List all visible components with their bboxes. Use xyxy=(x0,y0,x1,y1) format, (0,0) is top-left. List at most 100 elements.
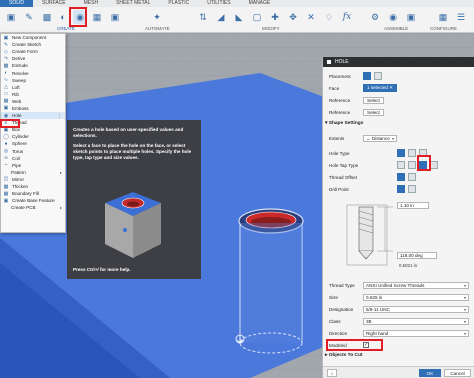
multiple-holes-icon[interactable] xyxy=(374,72,382,80)
menu-item-web[interactable]: ▦ Web xyxy=(1,98,65,105)
size-dropdown[interactable]: 0.625 in xyxy=(363,293,469,301)
menu-item-cylinder[interactable]: ◯ Cylinder xyxy=(1,133,65,140)
sketch-icon: ✎ xyxy=(3,41,9,48)
new-joint-icon[interactable]: ⚙ xyxy=(368,10,382,24)
menu-item-extrude[interactable]: ▩ Extrude xyxy=(1,62,65,69)
depth-field[interactable]: 1.10 in xyxy=(397,202,429,209)
ok-button[interactable]: OK xyxy=(419,369,441,377)
menu-item-sweep[interactable]: ∿ Sweep xyxy=(1,77,65,84)
configure-rule-icon[interactable]: ☰ xyxy=(454,10,468,24)
tab-surface[interactable]: SURFACE xyxy=(33,0,75,7)
menu-item-sphere[interactable]: ● Sphere xyxy=(1,140,65,147)
face-selection-button[interactable]: 1 selected ✕ xyxy=(363,84,398,92)
taper-tapped-icon[interactable] xyxy=(430,161,438,169)
rigid-group-icon[interactable]: ▣ xyxy=(404,10,418,24)
base-feature-icon: ▣ xyxy=(3,197,9,204)
reference-label-1: Reference xyxy=(329,97,351,103)
create-group-label[interactable]: CREATE xyxy=(57,26,75,31)
menu-item-boundary-fill[interactable]: ▦ Boundary Fill xyxy=(1,190,65,197)
reference-select-button-2[interactable]: Select xyxy=(363,108,384,116)
shell-icon[interactable]: ▢ xyxy=(250,10,264,24)
sphere-icon: ● xyxy=(4,140,8,147)
drill-point-angled-icon[interactable] xyxy=(397,185,405,193)
extents-dropdown[interactable]: ↔ Distance xyxy=(363,134,397,142)
drill-point-row: Drill Point xyxy=(323,184,474,194)
align-icon[interactable]: ♢ xyxy=(322,10,336,24)
tab-utilities[interactable]: UTILITIES xyxy=(198,0,239,7)
direction-dropdown[interactable]: Right hand xyxy=(363,329,469,337)
info-icon[interactable]: i xyxy=(327,369,337,377)
size-row: Size 0.625 in xyxy=(323,292,474,302)
move-icon[interactable]: ✥ xyxy=(286,10,300,24)
tip-angle-field[interactable]: 118.00 deg xyxy=(397,252,437,259)
combine-icon[interactable]: ✚ xyxy=(268,10,282,24)
menu-item-emboss[interactable]: ▣ Emboss xyxy=(1,105,65,112)
chamfer-icon[interactable]: ◣ xyxy=(232,10,246,24)
face-selection-value: 1 selected xyxy=(367,85,388,90)
parameters-icon[interactable]: fx xyxy=(340,10,354,24)
drill-point-flat-icon[interactable] xyxy=(408,185,416,193)
thread-offset-full-icon[interactable] xyxy=(397,173,405,181)
reference-label-2: Reference xyxy=(329,109,351,115)
box-icon[interactable]: ▣ xyxy=(108,10,122,24)
menu-item-new-component[interactable]: ▣ New Component xyxy=(1,34,65,41)
menu-item-thicken[interactable]: ▩ Thicken xyxy=(1,183,65,190)
menu-item-revolve[interactable]: ◐ Revolve xyxy=(1,69,65,76)
menu-item-create-sketch[interactable]: ✎ Create Sketch xyxy=(1,41,65,48)
assemble-group-label[interactable]: ASSEMBLE xyxy=(384,26,408,31)
tab-plastic[interactable]: PLASTIC xyxy=(159,0,198,7)
fillet-icon[interactable]: ◢ xyxy=(214,10,228,24)
simple-hole-icon[interactable] xyxy=(397,149,405,157)
automate-group-label[interactable]: AUTOMATE xyxy=(145,26,170,31)
class-dropdown[interactable]: 3B xyxy=(363,317,469,325)
menu-item-loft[interactable]: △ Loft xyxy=(1,84,65,91)
menu-item-create-form[interactable]: ◇ Create Form xyxy=(1,48,65,55)
simple-tap-icon[interactable] xyxy=(397,161,405,169)
shape-settings-header[interactable]: ▾ Shape Settings xyxy=(325,121,363,126)
counterbore-icon[interactable] xyxy=(408,149,416,157)
cylinder-icon: ◯ xyxy=(3,133,9,140)
objects-to-cut-header[interactable]: ▸ Objects To Cut xyxy=(325,353,363,358)
reference-select-button-1[interactable]: Select xyxy=(363,96,384,104)
more-options-icon[interactable]: ⋮ xyxy=(57,113,62,119)
tooltip-hint: Press Ctrl+/ for more help. xyxy=(73,267,131,272)
configure-table-icon[interactable]: ▦ xyxy=(436,10,450,24)
automate-icon[interactable]: ✦ xyxy=(150,10,164,24)
tab-solid[interactable]: SOLID xyxy=(0,0,34,7)
thread-type-dropdown[interactable]: ANSI Unified Screw Threads xyxy=(363,281,469,289)
joint-origin-icon[interactable]: ◉ xyxy=(386,10,400,24)
press-pull-icon[interactable]: ⇅ xyxy=(196,10,210,24)
tab-mesh[interactable]: MESH xyxy=(75,0,107,7)
menu-item-coil[interactable]: ∞ Coil xyxy=(1,155,65,162)
rib-icon: □ xyxy=(4,91,8,98)
cancel-button[interactable]: Cancel xyxy=(444,369,471,377)
menu-item-rib[interactable]: □ Rib xyxy=(1,91,65,98)
menu-item-derive[interactable]: ↷ Derive xyxy=(1,55,65,62)
thread-offset-partial-icon[interactable] xyxy=(408,173,416,181)
menu-item-create-base-feature[interactable]: ▣ Create Base Feature xyxy=(1,197,65,204)
reference-row-2: Reference Select xyxy=(323,107,474,117)
tab-sheet-metal[interactable]: SHEET METAL xyxy=(107,0,159,7)
pattern-icon[interactable]: ▦ xyxy=(90,10,104,24)
modify-group-label[interactable]: MODIFY xyxy=(262,26,280,31)
emboss-icon: ▣ xyxy=(3,105,9,112)
menu-item-create-pcb[interactable]: Create PCB ▸ xyxy=(1,204,65,211)
single-hole-icon[interactable] xyxy=(363,72,371,80)
new-component-icon[interactable]: ▣ xyxy=(4,10,18,24)
configure-group-label[interactable]: CONFIGURE xyxy=(430,26,457,31)
hole-panel: HOLE Placement Face 1 selected ✕ Referen… xyxy=(322,57,474,378)
delete-icon[interactable]: ✕ xyxy=(304,10,318,24)
menu-item-torus[interactable]: ◎ Torus xyxy=(1,148,65,155)
create-sketch-icon[interactable]: ✎ xyxy=(22,10,36,24)
panel-collapse-icon[interactable] xyxy=(327,60,331,64)
tab-manage[interactable]: MANAGE xyxy=(240,0,280,7)
menu-item-pipe[interactable]: ⎯ Pipe xyxy=(1,162,65,169)
menu-item-mirror[interactable]: ◫ Mirror xyxy=(1,176,65,183)
designation-dropdown[interactable]: 5/8-11 UNC xyxy=(363,305,469,313)
extrude-icon[interactable]: ▩ xyxy=(40,10,54,24)
revolve-icon: ◐ xyxy=(4,70,8,77)
hole-type-row: Hole Type xyxy=(323,148,474,158)
revolve-icon[interactable]: ◐ xyxy=(56,10,70,24)
menu-item-pattern[interactable]: Pattern ▸ xyxy=(1,169,65,176)
clearance-tap-icon[interactable] xyxy=(408,161,416,169)
